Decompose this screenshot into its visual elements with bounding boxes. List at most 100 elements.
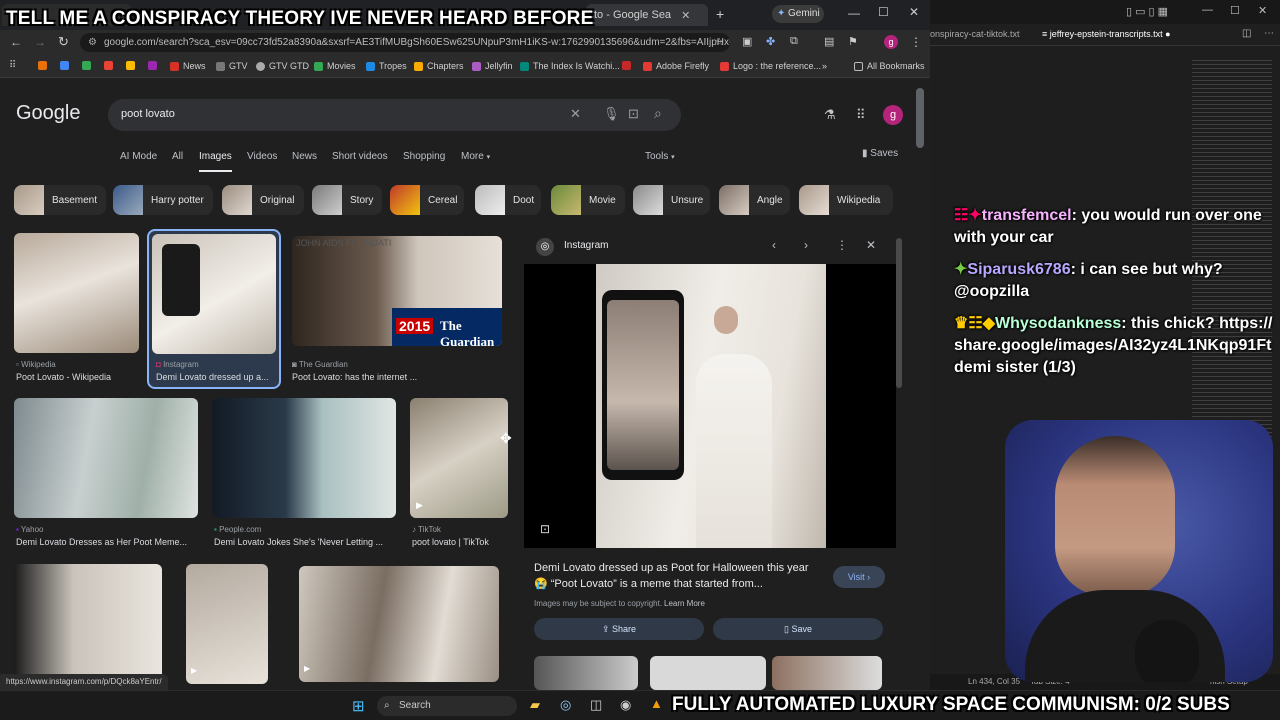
- extension-icon-5[interactable]: ⚑: [848, 35, 858, 48]
- bookmark-news[interactable]: News: [170, 61, 206, 71]
- google-apps-icon[interactable]: ⠿: [856, 107, 866, 123]
- extension-icon-3[interactable]: ⧉: [790, 35, 798, 48]
- related-thumb-1[interactable]: [534, 656, 638, 690]
- google-logo[interactable]: Google: [16, 102, 81, 125]
- bookmark-chapters[interactable]: Chapters: [414, 61, 464, 71]
- preview-more-icon[interactable]: ⋮: [836, 238, 848, 252]
- related-thumb-3[interactable]: [772, 656, 882, 690]
- saves-button[interactable]: ▮ Saves: [862, 148, 898, 159]
- bookmark-index[interactable]: The Index Is Watchi...: [520, 61, 620, 71]
- preview-next-icon[interactable]: ›: [804, 238, 808, 252]
- editor-more-icon[interactable]: ⋯: [1264, 28, 1274, 39]
- tab-videos[interactable]: Videos: [247, 151, 277, 162]
- chip-wikipedia[interactable]: Wikipedia: [799, 185, 893, 215]
- visit-button[interactable]: Visit ›: [833, 566, 885, 588]
- chip-movie[interactable]: Movie: [551, 185, 625, 215]
- search-input[interactable]: poot lovato: [121, 108, 175, 120]
- bookmark-unknown[interactable]: [622, 61, 631, 70]
- bookmark-favicon-6[interactable]: [148, 61, 157, 70]
- editor-layout-icons[interactable]: ▯ ▭ ▯ ▦: [1126, 5, 1168, 18]
- result-image-row3-1[interactable]: [14, 564, 162, 684]
- taskbar-app-icon-4[interactable]: ▲: [650, 696, 663, 711]
- tab-short-videos[interactable]: Short videos: [332, 151, 388, 162]
- chip-harry-potter[interactable]: Harry potter: [113, 185, 213, 215]
- lens-icon[interactable]: ⊡: [540, 522, 550, 536]
- bookmark-tropes[interactable]: Tropes: [366, 61, 407, 71]
- result-caption-wikipedia[interactable]: Poot Lovato - Wikipedia: [16, 372, 140, 382]
- tab-shopping[interactable]: Shopping: [403, 151, 445, 162]
- back-icon[interactable]: ←: [10, 35, 22, 49]
- taskbar-search[interactable]: ⌕ Search: [377, 696, 517, 716]
- lens-search-icon[interactable]: ⊡: [628, 106, 639, 122]
- bookmark-logo[interactable]: Logo : the reference...: [720, 61, 821, 71]
- editor-tab-transcripts[interactable]: ≡ jeffrey-epstein-transcripts.txt ●: [1042, 29, 1171, 39]
- address-bar[interactable]: ⚙ google.com/search?sca_esv=09cc73fd52a8…: [80, 33, 730, 52]
- bookmark-gtv[interactable]: GTV: [216, 61, 248, 71]
- chip-basement[interactable]: Basement: [14, 185, 106, 215]
- tab-news[interactable]: News: [292, 151, 317, 162]
- bookmark-movies[interactable]: Movies: [314, 61, 356, 71]
- result-image-instagram[interactable]: [152, 234, 276, 354]
- clear-search-icon[interactable]: ✕: [570, 106, 581, 122]
- result-image-row3-3[interactable]: ▶: [299, 566, 499, 682]
- file-explorer-icon[interactable]: ▰: [530, 697, 540, 713]
- result-caption-yahoo[interactable]: Demi Lovato Dresses as Her Poot Meme...: [16, 537, 200, 547]
- panel-scrollbar[interactable]: [896, 238, 902, 388]
- editor-minimize-icon[interactable]: —: [1202, 4, 1213, 16]
- bookmarks-overflow-icon[interactable]: »: [822, 61, 827, 71]
- apps-icon[interactable]: ⠿: [9, 60, 16, 71]
- browser-tab-active[interactable]: to - Google Sea ✕: [586, 4, 708, 26]
- browser-menu-icon[interactable]: ⋮: [910, 35, 922, 49]
- split-editor-icon[interactable]: ◫: [1242, 28, 1251, 39]
- result-caption-instagram[interactable]: Demi Lovato dressed up a...: [156, 372, 276, 382]
- search-icon[interactable]: ⌕: [654, 105, 662, 122]
- labs-flask-icon[interactable]: ⚗: [824, 107, 836, 123]
- result-image-row3-2[interactable]: ▶: [186, 564, 268, 684]
- result-image-wikipedia[interactable]: [14, 233, 139, 353]
- extension-icon-2[interactable]: ✤: [766, 35, 775, 48]
- bookmark-favicon-5[interactable]: [126, 61, 135, 70]
- all-bookmarks[interactable]: All Bookmarks: [854, 61, 925, 71]
- taskbar-app-icon-3[interactable]: ◉: [620, 697, 631, 713]
- preview-close-icon[interactable]: ✕: [866, 238, 876, 252]
- chip-doot[interactable]: Doot: [475, 185, 541, 215]
- tab-all[interactable]: All: [172, 151, 183, 162]
- bookmark-favicon-2[interactable]: [60, 61, 69, 70]
- editor-maximize-icon[interactable]: ☐: [1230, 4, 1240, 17]
- chip-cereal[interactable]: Cereal: [390, 185, 464, 215]
- tools-button[interactable]: Tools ▾: [645, 151, 675, 162]
- bookmark-firefly[interactable]: Adobe Firefly: [643, 61, 709, 71]
- bookmark-favicon-4[interactable]: [104, 61, 113, 70]
- voice-search-icon[interactable]: 🎙: [603, 106, 620, 122]
- bookmark-star-icon[interactable]: ☆: [715, 33, 724, 52]
- result-caption-people[interactable]: Demi Lovato Jokes She's 'Never Letting .…: [214, 537, 398, 547]
- editor-tab-conspiracy[interactable]: onspiracy-cat-tiktok.txt: [930, 29, 1020, 39]
- chip-original[interactable]: Original: [222, 185, 304, 215]
- reload-icon[interactable]: ↻: [58, 34, 69, 50]
- result-image-yahoo[interactable]: [14, 398, 198, 518]
- preview-site-name[interactable]: Instagram: [564, 240, 608, 251]
- tab-more[interactable]: More ▾: [461, 151, 490, 162]
- forward-icon[interactable]: →: [34, 35, 46, 49]
- result-image-people[interactable]: [212, 398, 396, 518]
- preview-prev-icon[interactable]: ‹: [772, 238, 776, 252]
- learn-more-link[interactable]: Learn More: [664, 599, 705, 608]
- tab-images[interactable]: Images: [199, 151, 232, 172]
- profile-avatar[interactable]: g: [884, 35, 898, 49]
- editor-close-icon[interactable]: ✕: [1258, 4, 1267, 17]
- bookmark-favicon-1[interactable]: [38, 61, 47, 70]
- result-caption-tiktok[interactable]: poot lovato | TikTok: [412, 537, 512, 547]
- tab-close-icon[interactable]: ✕: [681, 9, 690, 22]
- new-tab-icon[interactable]: +: [716, 6, 724, 22]
- account-avatar[interactable]: g: [883, 105, 903, 125]
- minimize-icon[interactable]: —: [848, 6, 860, 20]
- result-image-tiktok[interactable]: ▶: [410, 398, 508, 518]
- site-info-icon[interactable]: ⚙: [88, 33, 97, 52]
- maximize-icon[interactable]: ☐: [878, 5, 889, 19]
- bookmark-favicon-3[interactable]: [82, 61, 91, 70]
- gemini-button[interactable]: ✦ Gemini: [772, 5, 824, 23]
- window-close-icon[interactable]: ✕: [909, 5, 919, 19]
- save-button[interactable]: ▯ Save: [713, 618, 883, 640]
- bookmark-gtv-gtd[interactable]: GTV GTD: [256, 61, 309, 71]
- result-caption-guardian[interactable]: Poot Lovato: has the internet ...: [292, 372, 502, 382]
